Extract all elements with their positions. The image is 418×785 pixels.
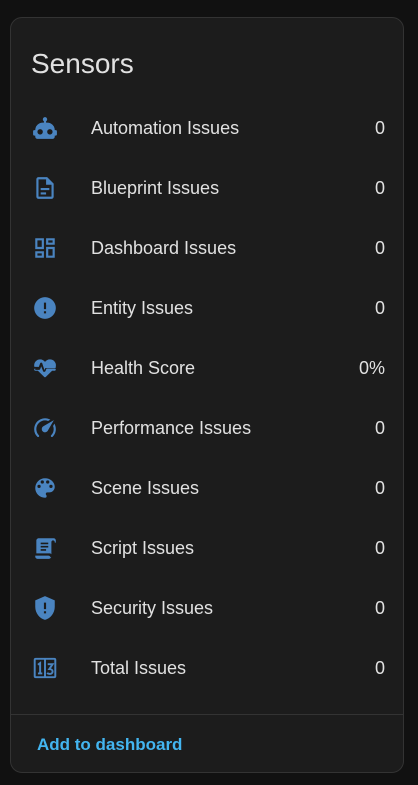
sensor-label: Security Issues	[91, 598, 214, 618]
card-actions-divider	[11, 714, 403, 715]
sensor-value: 0	[374, 478, 385, 498]
numeric-box-icon	[31, 654, 59, 682]
shield-alert-icon	[31, 594, 59, 622]
sensor-value: 0	[374, 598, 385, 618]
sensor-value: 0	[374, 538, 385, 558]
script-icon	[31, 534, 59, 562]
sensor-value: 0	[374, 658, 385, 678]
sensor-value: 0%	[358, 358, 385, 378]
sensor-row-security-issues[interactable]: Security Issues 0	[11, 578, 403, 638]
sensor-row-scene-issues[interactable]: Scene Issues 0	[11, 458, 403, 518]
robot-icon	[31, 114, 59, 142]
sensor-label: Total Issues	[91, 658, 187, 678]
view-dashboard-icon	[31, 234, 59, 262]
palette-icon	[31, 474, 59, 502]
sensor-value: 0	[374, 178, 385, 198]
sensor-value: 0	[374, 298, 385, 318]
heart-pulse-icon	[31, 354, 59, 382]
sensor-label: Script Issues	[91, 538, 195, 558]
sensor-label: Health Score	[91, 358, 196, 378]
add-to-dashboard-button[interactable]: Add to dashboard	[37, 734, 182, 756]
sensor-label: Performance Issues	[91, 418, 252, 438]
card-title: Sensors	[31, 48, 134, 79]
file-document-icon	[31, 174, 59, 202]
sensor-row-total-issues[interactable]: Total Issues 0	[11, 638, 403, 698]
sensor-row-entity-issues[interactable]: Entity Issues 0	[11, 278, 403, 338]
sensor-label: Dashboard Issues	[91, 238, 237, 258]
sensors-card: Sensors Automation Issues 0 Blueprint Is…	[10, 17, 404, 773]
sensor-row-automation-issues[interactable]: Automation Issues 0	[11, 98, 403, 158]
sensor-label: Scene Issues	[91, 478, 200, 498]
sensor-label: Entity Issues	[91, 298, 194, 318]
sensor-row-performance-issues[interactable]: Performance Issues 0	[11, 398, 403, 458]
sensor-label: Automation Issues	[91, 118, 240, 138]
speedometer-icon	[31, 414, 59, 442]
sensor-value: 0	[374, 118, 385, 138]
sensor-row-blueprint-issues[interactable]: Blueprint Issues 0	[11, 158, 403, 218]
sensor-value: 0	[374, 238, 385, 258]
alert-circle-icon	[31, 294, 59, 322]
sensor-row-health-score[interactable]: Health Score 0%	[11, 338, 403, 398]
sensor-value: 0	[374, 418, 385, 438]
sensor-row-script-issues[interactable]: Script Issues 0	[11, 518, 403, 578]
sensor-label: Blueprint Issues	[91, 178, 220, 198]
sensor-list: Automation Issues 0 Blueprint Issues 0 D…	[11, 98, 403, 698]
sensor-row-dashboard-issues[interactable]: Dashboard Issues 0	[11, 218, 403, 278]
